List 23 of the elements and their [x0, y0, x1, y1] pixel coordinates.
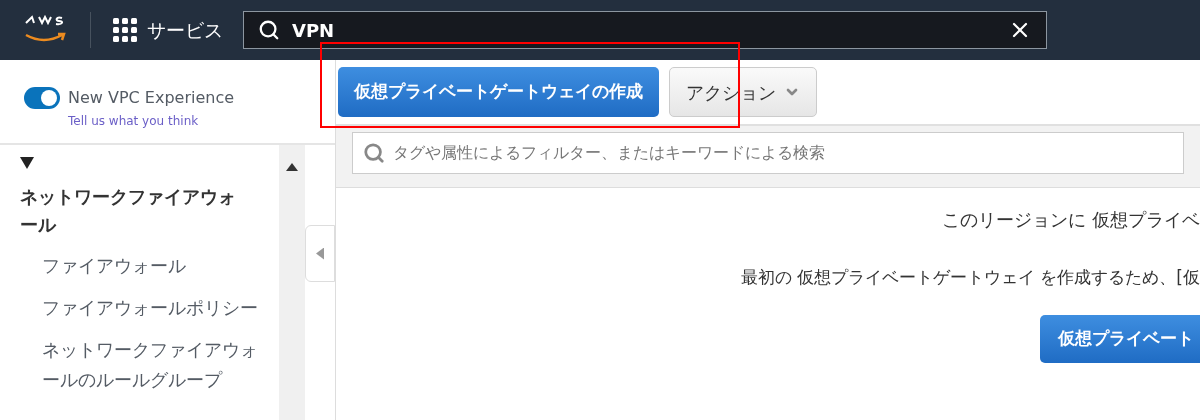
sidebar-item[interactable]: ファイアウォール — [20, 251, 265, 281]
search-bar[interactable]: VPN — [243, 11, 1047, 49]
grid-icon — [113, 18, 137, 42]
services-menu-button[interactable]: サービス — [113, 15, 223, 45]
collapse-sidebar-tab[interactable] — [305, 225, 335, 282]
empty-state-message: このリージョンに 仮想プライベ — [942, 208, 1200, 232]
toggle-switch[interactable] — [24, 87, 60, 109]
section-title: ネットワークファイアウォール — [20, 185, 237, 237]
create-gateway-button[interactable]: 仮想プライベート — [1040, 314, 1200, 363]
sidebar-item[interactable]: ファイアウォールポリシー — [20, 293, 265, 323]
filter-search-bar[interactable]: タグや属性によるフィルター、またはキーワードによる検索 — [352, 132, 1184, 174]
empty-state-instruction: 最初の 仮想プライベートゲートウェイ を作成するため、[仮 — [740, 266, 1200, 289]
feedback-link[interactable]: Tell us what you think — [68, 112, 335, 130]
search-icon — [258, 19, 280, 41]
toggle-label: New VPC Experience — [68, 87, 235, 109]
actions-dropdown-button[interactable]: アクション — [669, 67, 817, 117]
search-icon — [363, 142, 385, 164]
create-gateway-button[interactable]: 仮想プライベートゲートウェイの作成 — [338, 67, 659, 117]
sidebar-item[interactable]: ネットワークファイアウォールのルールグループ — [20, 335, 265, 395]
search-field[interactable]: VPN — [292, 16, 996, 44]
scroll-up-icon[interactable] — [286, 163, 298, 171]
filter-field[interactable]: タグや属性によるフィルター、またはキーワードによる検索 — [393, 141, 1173, 165]
caret-icon — [316, 247, 324, 260]
